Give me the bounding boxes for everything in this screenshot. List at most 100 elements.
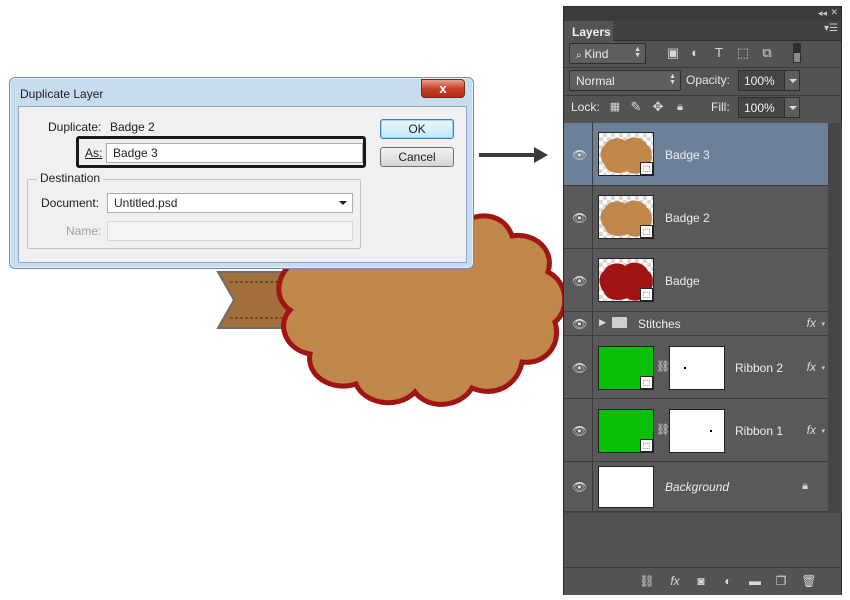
fill-label: Fill: <box>711 100 730 114</box>
filter-kind-label: Kind <box>584 47 609 61</box>
layer-name[interactable]: Stitches <box>638 317 681 331</box>
pointer-arrow-head <box>534 147 548 163</box>
collapse-icon[interactable]: ◂◂ <box>818 8 827 19</box>
close-icon[interactable]: ✕ <box>830 7 838 18</box>
layer-row-ribbon-1[interactable]: 👁︎ ⬚ ⛓︎ Ribbon 1 fx ▾ <box>564 399 828 462</box>
opacity-label: Opacity: <box>686 73 731 87</box>
smart-object-icon: ⬚ <box>640 439 653 452</box>
lock-all-icon[interactable]: 🔒︎ <box>672 99 688 115</box>
layer-thumbnail: ⬚ <box>598 195 654 239</box>
fill-input[interactable]: 100% <box>738 97 785 118</box>
layer-group-stitches[interactable]: 👁︎ ▶ Stitches fx ▾ <box>564 312 828 336</box>
panel-topbar <box>564 7 841 21</box>
fx-expand-icon[interactable]: ▾ <box>821 427 825 435</box>
fx-icon[interactable]: fx <box>807 316 816 330</box>
document-select-value: Untitled.psd <box>114 196 178 210</box>
layer-thumbnail: ⬚ <box>598 346 654 390</box>
opacity-dropdown-button[interactable] <box>784 70 800 91</box>
filter-adjustment-icon[interactable]: ◐ <box>687 45 703 61</box>
layer-thumbnail: ⬚ <box>598 409 654 453</box>
smart-object-icon: ⬚ <box>640 162 653 175</box>
smart-object-icon: ⬚ <box>640 376 653 389</box>
layers-panel: ◂◂ ✕ Layers ▾☰ ⌕ Kind ▲ ▼ ▣ ◐ T ⬚ ⧉ Norma… <box>563 6 842 595</box>
eye-icon[interactable]: 👁︎ <box>572 480 587 494</box>
duplicate-source-value: Badge 2 <box>110 120 155 134</box>
layer-mask-thumbnail[interactable] <box>669 346 725 390</box>
smart-object-icon: ⬚ <box>640 225 653 238</box>
eye-icon[interactable]: 👁︎ <box>572 361 587 375</box>
layer-row-badge[interactable]: 👁︎ ⬚ Badge <box>564 249 828 312</box>
layer-row-badge-3[interactable]: 👁︎ ⬚ Badge 3 <box>564 123 828 186</box>
eye-icon[interactable]: 👁︎ <box>572 317 587 331</box>
fx-icon[interactable]: fx <box>807 423 816 437</box>
layer-row-ribbon-2[interactable]: 👁︎ ⬚ ⛓︎ Ribbon 2 fx ▾ <box>564 336 828 399</box>
opacity-input[interactable]: 100% <box>738 70 785 91</box>
eye-icon[interactable]: 👁︎ <box>572 424 587 438</box>
layer-row-background[interactable]: 👁︎ Background 🔒︎ <box>564 462 828 512</box>
filter-shape-icon[interactable]: ⬚ <box>735 45 751 61</box>
lock-icon: 🔒︎ <box>802 480 808 492</box>
link-icon[interactable]: ⛓︎ <box>656 360 670 373</box>
filter-kind-select[interactable]: ⌕ Kind ▲ ▼ <box>569 43 646 64</box>
adjustment-layer-icon[interactable]: ◐ <box>719 574 737 588</box>
cancel-button[interactable]: Cancel <box>380 147 454 167</box>
eye-icon[interactable]: 👁︎ <box>572 148 587 162</box>
link-icon[interactable]: ⛓︎ <box>656 423 670 436</box>
as-field-highlight <box>76 136 366 168</box>
new-layer-icon[interactable]: ❐ <box>772 574 790 588</box>
fx-expand-icon[interactable]: ▾ <box>821 364 825 372</box>
lock-image-icon[interactable]: ✎ <box>628 99 644 115</box>
folder-icon <box>612 317 627 328</box>
layer-row-badge-2[interactable]: 👁︎ ⬚ Badge 2 <box>564 186 828 249</box>
blend-mode-select[interactable]: Normal ▲ ▼ <box>569 70 681 91</box>
filter-pixel-icon[interactable]: ▣ <box>665 45 681 61</box>
trash-icon[interactable]: 🗑︎ <box>800 574 818 588</box>
filter-toggle-switch[interactable] <box>793 43 801 63</box>
layer-thumbnail: ⬚ <box>598 258 654 302</box>
blend-mode-value: Normal <box>576 74 615 88</box>
fx-icon[interactable]: fx <box>807 360 816 374</box>
layer-name[interactable]: Ribbon 2 <box>735 361 783 375</box>
filter-smart-object-icon[interactable]: ⧉ <box>759 45 775 61</box>
link-layers-icon[interactable]: ⛓︎ <box>638 574 656 588</box>
separator <box>564 67 841 68</box>
dialog-body: Duplicate: Badge 2 As: Badge 3 OK Cancel… <box>18 106 467 263</box>
add-mask-icon[interactable]: ◙ <box>692 574 710 588</box>
lock-transparent-icon[interactable]: ▦ <box>607 99 623 115</box>
layer-name[interactable]: Badge 3 <box>665 148 710 162</box>
expand-arrow-icon[interactable]: ▶ <box>599 317 606 328</box>
pointer-arrow-line <box>479 153 537 157</box>
filter-toggle-knob <box>794 53 800 62</box>
layer-name[interactable]: Background <box>665 480 729 494</box>
smart-object-icon: ⬚ <box>640 288 653 301</box>
mask-dot <box>710 430 712 432</box>
panel-tab-strip <box>613 21 841 41</box>
updown-icon: ▲ ▼ <box>634 46 641 59</box>
updown-icon: ▲ ▼ <box>669 73 676 86</box>
name-field[interactable] <box>107 221 353 241</box>
ok-button[interactable]: OK <box>380 119 454 139</box>
separator <box>564 95 841 96</box>
document-select[interactable]: Untitled.psd <box>107 193 353 213</box>
duplicate-label: Duplicate: <box>48 120 102 134</box>
dialog-close-button[interactable]: x <box>421 79 465 98</box>
layer-name[interactable]: Badge <box>665 274 700 288</box>
filter-type-icon[interactable]: T <box>711 45 727 61</box>
name-label: Name: <box>66 224 102 238</box>
layer-thumbnail <box>598 466 654 508</box>
layers-scrollbar[interactable] <box>828 123 842 513</box>
add-style-icon[interactable]: fx <box>666 574 684 588</box>
fill-dropdown-button[interactable] <box>784 97 800 118</box>
layer-thumbnail: ⬚ <box>598 132 654 176</box>
layer-name[interactable]: Badge 2 <box>665 211 710 225</box>
layer-name[interactable]: Ribbon 1 <box>735 424 783 438</box>
new-group-icon[interactable]: ▬ <box>746 574 764 588</box>
fx-expand-icon[interactable]: ▾ <box>821 320 825 328</box>
eye-icon[interactable]: 👁︎ <box>572 274 587 288</box>
lock-position-icon[interactable]: ✥ <box>650 99 666 115</box>
tab-layers[interactable]: Layers <box>565 21 613 41</box>
eye-icon[interactable]: 👁︎ <box>572 211 587 225</box>
panel-menu-icon[interactable]: ▾☰ <box>824 23 838 34</box>
layer-mask-thumbnail[interactable] <box>669 409 725 453</box>
destination-label: Destination <box>37 171 104 185</box>
